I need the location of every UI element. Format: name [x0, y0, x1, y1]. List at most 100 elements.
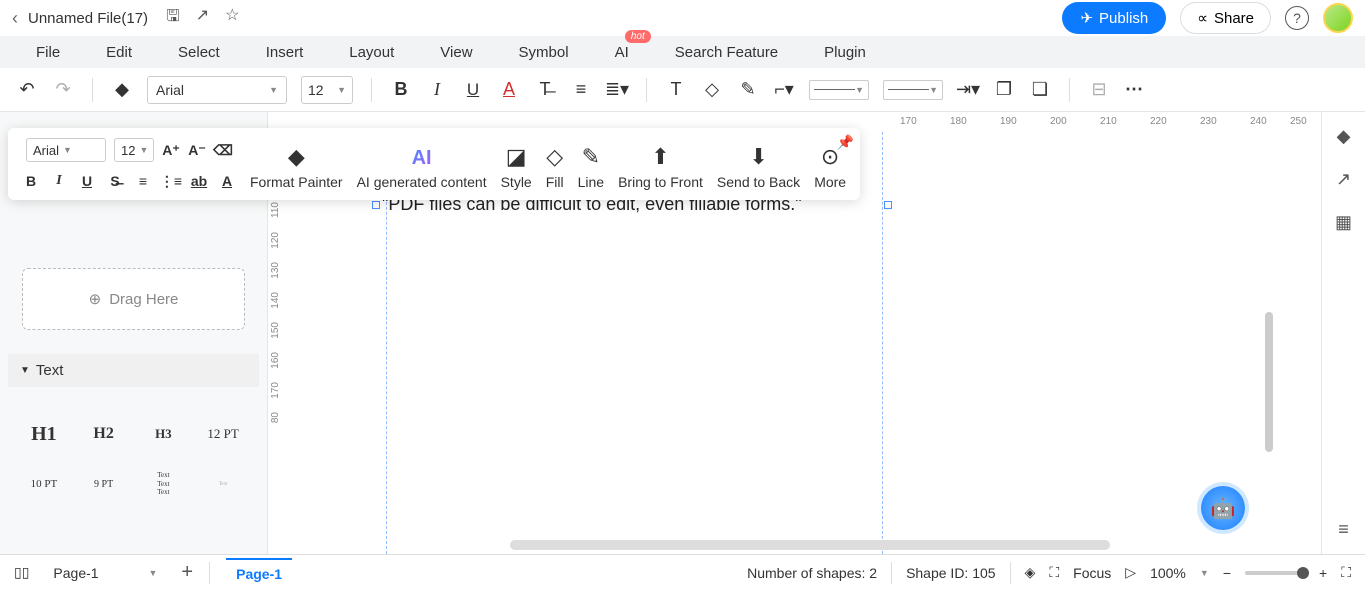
ai-content-group[interactable]: AI AI generated content — [357, 147, 487, 190]
pin-icon[interactable]: 📌 — [837, 134, 854, 151]
ft-numlist-icon[interactable]: ≡ — [134, 172, 152, 190]
zoom-knob[interactable] — [1297, 567, 1309, 579]
ft-underline-icon[interactable]: U — [78, 172, 96, 190]
ft-bold-icon[interactable]: B — [22, 172, 40, 190]
text-tool-icon[interactable]: T — [665, 79, 687, 101]
text-align-icon[interactable]: T̶ — [534, 79, 556, 101]
avatar[interactable] — [1323, 3, 1353, 33]
resize-handle-left[interactable] — [372, 201, 380, 209]
share-button[interactable]: ∝ Share — [1180, 2, 1271, 34]
more-label: More — [814, 174, 846, 190]
zoom-out-button[interactable]: − — [1223, 565, 1231, 581]
filename[interactable]: Unnamed File(17) — [28, 10, 148, 27]
ruler-tick: 220 — [1150, 116, 1167, 127]
add-page-button[interactable]: + — [181, 561, 193, 584]
bold-icon[interactable]: B — [390, 79, 412, 101]
preset-text-stack[interactable]: TextTextText — [136, 461, 192, 507]
preset-10pt[interactable]: 10 PT — [16, 461, 72, 507]
align-left-icon[interactable]: ≡ — [570, 79, 592, 101]
preset-9pt[interactable]: 9 PT — [76, 461, 132, 507]
focus-icon[interactable]: ⛶ — [1049, 564, 1059, 581]
text-section-header[interactable]: ▼ Text — [8, 354, 259, 387]
menu-insert[interactable]: Insert — [266, 44, 304, 61]
menu-edit[interactable]: Edit — [106, 44, 132, 61]
bring-front-group[interactable]: ⬆ Bring to Front — [618, 144, 703, 190]
connector-icon[interactable]: ⌐▾ — [773, 79, 795, 101]
ai-assistant-button[interactable]: 🤖 — [1201, 486, 1245, 530]
chevron-down-icon[interactable]: ▼ — [1200, 568, 1209, 578]
ft-textcolor-icon[interactable]: A — [218, 172, 236, 190]
format-painter-icon[interactable]: ◆ — [111, 79, 133, 101]
bucket-icon[interactable]: ◆ — [1337, 126, 1351, 147]
menu-view[interactable]: View — [440, 44, 472, 61]
font-size-select[interactable]: 12 ▼ — [301, 76, 353, 104]
page-dropdown[interactable]: Page-1 ▼ — [45, 560, 165, 586]
menu-plugin[interactable]: Plugin — [824, 44, 866, 61]
more-icon[interactable]: ⋯ — [1124, 79, 1146, 101]
help-icon[interactable]: ? — [1285, 6, 1309, 30]
menu-file[interactable]: File — [36, 44, 60, 61]
line-group[interactable]: ✎ Line — [578, 144, 604, 190]
preset-h2[interactable]: H2 — [76, 411, 132, 457]
menu-layout[interactable]: Layout — [349, 44, 394, 61]
export-icon[interactable]: ↗ — [196, 5, 209, 32]
zoom-value[interactable]: 100% — [1150, 565, 1186, 581]
ft-bulletlist-icon[interactable]: ⋮≡ — [162, 172, 180, 190]
line-style-select[interactable]: ▼ — [809, 80, 869, 100]
preset-h1[interactable]: H1 — [16, 411, 72, 457]
play-icon[interactable]: ▷ — [1125, 564, 1136, 581]
preset-h3[interactable]: H3 — [136, 411, 192, 457]
back-icon[interactable]: ‹ — [12, 8, 18, 29]
layers-icon[interactable]: ◈ — [1025, 564, 1036, 581]
settings-rail-icon[interactable]: ≡ — [1338, 519, 1349, 540]
ft-highlight-icon[interactable]: ab — [190, 172, 208, 190]
fill-icon[interactable]: ◇ — [701, 79, 723, 101]
vertical-scrollbar[interactable] — [1265, 312, 1273, 452]
menu-select[interactable]: Select — [178, 44, 220, 61]
fullscreen-icon[interactable]: ⛶ — [1341, 564, 1351, 581]
ft-size-select[interactable]: 12▼ — [114, 138, 154, 162]
zoom-in-button[interactable]: + — [1319, 565, 1327, 581]
send-back-group[interactable]: ⬇ Send to Back — [717, 144, 800, 190]
fill-group[interactable]: ◇ Fill — [546, 144, 564, 190]
menu-ai[interactable]: AI hot — [615, 44, 629, 61]
grid-icon[interactable]: ▦ — [1335, 212, 1352, 233]
resize-handle-right[interactable] — [884, 201, 892, 209]
menu-symbol[interactable]: Symbol — [519, 44, 569, 61]
publish-button[interactable]: ✈ Publish — [1062, 2, 1166, 34]
preset-text-tiny[interactable]: Text — [195, 461, 251, 507]
arrow-style-icon[interactable]: ⇥▾ — [957, 79, 979, 101]
decrease-font-icon[interactable]: A⁻ — [188, 141, 206, 159]
italic-icon[interactable]: I — [426, 79, 448, 101]
preset-12pt[interactable]: 12 PT — [195, 411, 251, 457]
font-select[interactable]: Arial ▼ — [147, 76, 287, 104]
clear-format-icon[interactable]: ⌫ — [214, 141, 232, 159]
zoom-slider[interactable] — [1245, 571, 1305, 575]
drag-here-dropzone[interactable]: ⊕ Drag Here — [22, 268, 245, 330]
line-spacing-icon[interactable]: ≣▾ — [606, 79, 628, 101]
ft-italic-icon[interactable]: I — [50, 172, 68, 190]
underline-icon[interactable]: U — [462, 79, 484, 101]
focus-label[interactable]: Focus — [1073, 565, 1111, 581]
bring-front-label: Bring to Front — [618, 174, 703, 190]
export-rail-icon[interactable]: ↗ — [1336, 169, 1351, 190]
horizontal-scrollbar[interactable] — [510, 540, 1110, 550]
ft-strike-icon[interactable]: S̶ — [106, 172, 124, 190]
brush-icon[interactable]: ✎ — [737, 79, 759, 101]
text-color-icon[interactable]: A — [498, 79, 520, 101]
line-weight-select[interactable]: ▼ — [883, 80, 943, 100]
layer-back-icon[interactable]: ❐ — [993, 79, 1015, 101]
format-painter-group[interactable]: ◆ Format Painter — [250, 144, 343, 190]
pages-panel-icon[interactable]: ▯▯ — [14, 564, 29, 581]
menu-search[interactable]: Search Feature — [675, 44, 778, 61]
redo-icon[interactable]: ↷ — [52, 79, 74, 101]
align-tool-icon[interactable]: ⊟ — [1088, 79, 1110, 101]
page-tab[interactable]: Page-1 — [226, 558, 292, 588]
style-group[interactable]: ◪ Style — [501, 144, 532, 190]
increase-font-icon[interactable]: A⁺ — [162, 141, 180, 159]
ft-font-select[interactable]: Arial▼ — [26, 138, 106, 162]
star-icon[interactable]: ☆ — [225, 5, 239, 32]
save-icon[interactable]: 🖫 — [166, 5, 180, 32]
layer-front-icon[interactable]: ❏ — [1029, 79, 1051, 101]
undo-icon[interactable]: ↶ — [16, 79, 38, 101]
